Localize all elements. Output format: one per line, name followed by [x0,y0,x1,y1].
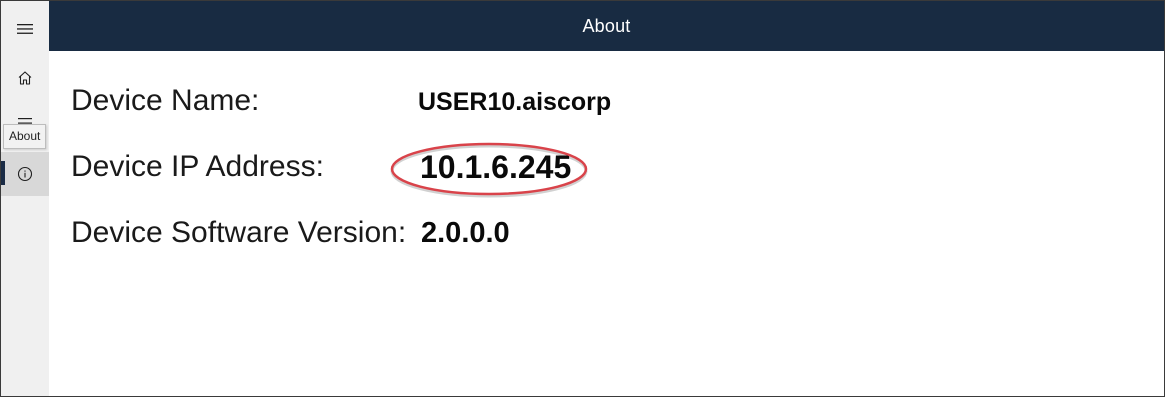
info-icon [17,166,33,182]
device-version-value: 2.0.0.0 [421,217,510,249]
nav-tooltip: About [3,124,47,149]
device-version-label: Device Software Version: [71,216,407,249]
device-name-label: Device Name: [71,84,260,117]
nav-item-home[interactable] [1,56,49,100]
device-name-value: USER10.aiscorp [418,88,612,116]
about-content: Device Name: USER10.aiscorp Device IP Ad… [49,51,1164,396]
device-ip-value: 10.1.6.245 [420,149,572,185]
navigation-rail [1,1,49,396]
device-ip-label: Device IP Address: [71,150,324,183]
home-icon [17,70,33,86]
hamburger-menu-button[interactable] [1,7,49,51]
app-window: About About Device Name: USER10.aiscorp … [0,0,1165,397]
nav-item-about[interactable] [1,152,49,196]
selection-indicator [1,161,5,185]
page-title: About [582,15,631,36]
title-bar: About [49,1,1164,51]
hamburger-menu-icon [17,23,33,35]
